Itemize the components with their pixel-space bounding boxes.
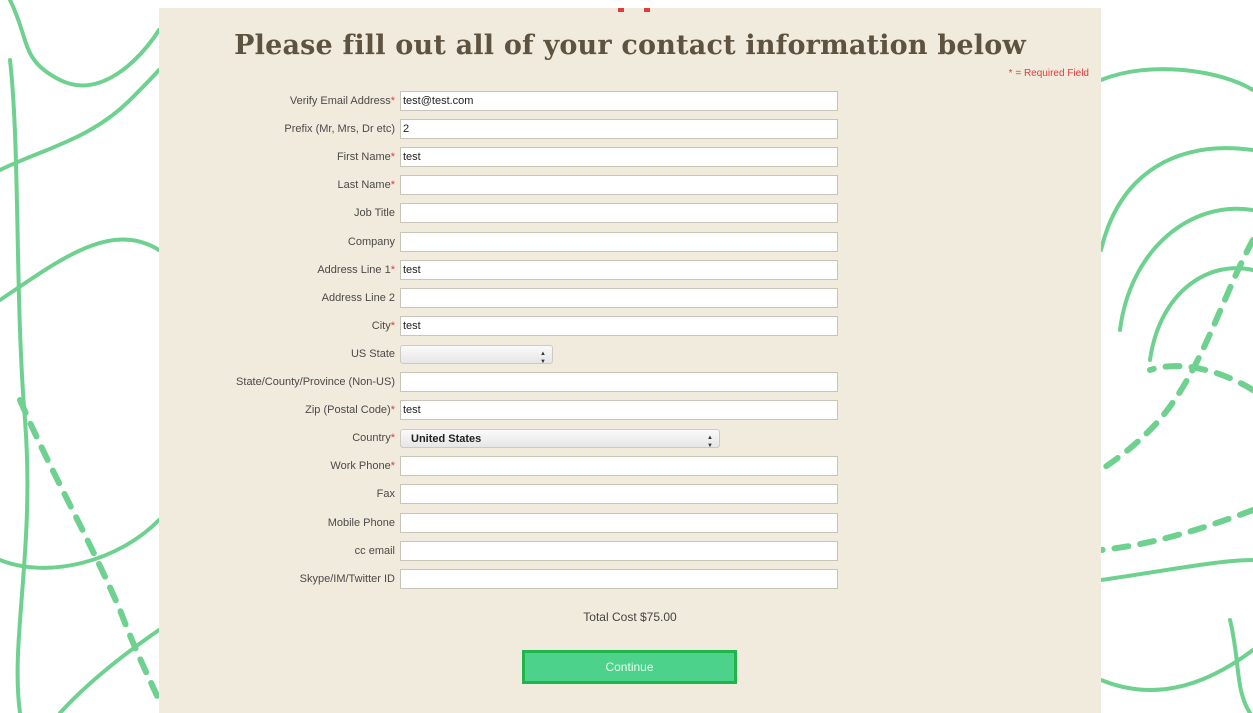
required-asterisk: *: [390, 264, 395, 276]
field-label: US State: [351, 348, 395, 360]
field-label-text: First Name: [336, 151, 391, 163]
field-label: Job Title: [354, 207, 395, 219]
field-label: cc email: [355, 545, 395, 557]
field-label-text: Job Title: [354, 207, 395, 219]
field-label-text: Fax: [376, 488, 395, 500]
form-row-verify-email-address: Verify Email Address*: [159, 91, 1101, 113]
zip-postal-code-input[interactable]: [400, 400, 838, 420]
required-asterisk: *: [390, 460, 395, 472]
mobile-phone-input[interactable]: [400, 513, 838, 533]
field-label: Prefix (Mr, Mrs, Dr etc): [284, 123, 395, 135]
form-row-state-county-province-non-us: State/County/Province (Non-US): [159, 372, 1101, 394]
field-label: Address Line 1*: [317, 264, 395, 276]
required-asterisk: *: [390, 404, 395, 416]
first-name-input[interactable]: [400, 147, 838, 167]
form-row-job-title: Job Title: [159, 203, 1101, 225]
form-row-us-state: US State ▲ ▼: [159, 344, 1101, 366]
fax-input[interactable]: [400, 484, 838, 504]
form-row-last-name: Last Name*: [159, 175, 1101, 197]
field-label: Last Name*: [338, 179, 395, 191]
field-label: Country*: [352, 432, 395, 444]
form-row-address-line-1: Address Line 1*: [159, 260, 1101, 282]
form-row-address-line-2: Address Line 2: [159, 288, 1101, 310]
cc-email-input[interactable]: [400, 541, 838, 561]
field-label-text: Last Name: [337, 179, 391, 191]
address-line-1-input[interactable]: [400, 260, 838, 280]
field-label-text: Country: [352, 432, 391, 444]
field-label: Address Line 2: [322, 292, 395, 304]
field-label-text: Verify Email Address: [289, 95, 391, 107]
field-label: First Name*: [337, 151, 395, 163]
form-row-mobile-phone: Mobile Phone: [159, 513, 1101, 535]
form-row-company: Company: [159, 232, 1101, 254]
form-row-prefix-mr-mrs-dr-etc: Prefix (Mr, Mrs, Dr etc): [159, 119, 1101, 141]
required-asterisk: *: [390, 320, 395, 332]
verify-email-address-input[interactable]: [400, 91, 838, 111]
required-asterisk: *: [390, 95, 395, 107]
field-label-text: Address Line 2: [321, 292, 395, 304]
form-row-first-name: First Name*: [159, 147, 1101, 169]
field-label: Skype/IM/Twitter ID: [300, 573, 395, 585]
field-label-text: State/County/Province (Non-US): [236, 376, 395, 388]
total-cost: Total Cost $75.00: [583, 610, 677, 624]
select-arrows-icon: ▲ ▼: [540, 351, 546, 365]
form-row-skype-im-twitter-id: Skype/IM/Twitter ID: [159, 569, 1101, 591]
field-label-text: Company: [347, 236, 395, 248]
city-input[interactable]: [400, 316, 838, 336]
job-title-input[interactable]: [400, 203, 838, 223]
field-label-text: cc email: [354, 545, 395, 557]
field-label: Fax: [377, 488, 395, 500]
form-row-zip-postal-code: Zip (Postal Code)*: [159, 400, 1101, 422]
required-field-note: * = Required Field: [1008, 68, 1089, 79]
company-input[interactable]: [400, 232, 838, 252]
field-label: Company: [348, 236, 395, 248]
field-label-text: City: [371, 320, 391, 332]
skype-im-twitter-id-input[interactable]: [400, 569, 838, 589]
field-label: Zip (Postal Code)*: [305, 404, 395, 416]
top-decoration: [614, 8, 654, 14]
continue-button[interactable]: Continue: [522, 650, 737, 684]
field-label-text: Address Line 1: [317, 264, 391, 276]
select-arrows-icon: ▲ ▼: [707, 435, 713, 449]
prefix-mr-mrs-dr-etc-input[interactable]: [400, 119, 838, 139]
form-row-country: Country* United States ▲ ▼: [159, 428, 1101, 450]
form-row-city: City*: [159, 316, 1101, 338]
field-label: Verify Email Address*: [290, 95, 395, 107]
form-row-cc-email: cc email: [159, 541, 1101, 563]
field-label: City*: [372, 320, 395, 332]
field-label-text: Mobile Phone: [327, 517, 395, 529]
required-asterisk: *: [390, 179, 395, 191]
state-county-province-non-us-input[interactable]: [400, 372, 838, 392]
field-label: State/County/Province (Non-US): [236, 376, 395, 388]
select-value: United States: [411, 433, 482, 445]
field-label-text: Skype/IM/Twitter ID: [299, 573, 395, 585]
work-phone-input[interactable]: [400, 456, 838, 476]
field-label-text: Prefix (Mr, Mrs, Dr etc): [284, 123, 395, 135]
field-label-text: Work Phone: [330, 460, 391, 472]
country-select[interactable]: United States ▲ ▼: [400, 429, 720, 449]
field-label: Mobile Phone: [328, 517, 395, 529]
address-line-2-input[interactable]: [400, 288, 838, 308]
field-label-text: Zip (Postal Code): [305, 404, 391, 416]
last-name-input[interactable]: [400, 175, 838, 195]
field-label: Work Phone*: [330, 460, 395, 472]
page-title: Please fill out all of your contact info…: [234, 30, 1026, 61]
required-asterisk: *: [390, 432, 395, 444]
field-label-text: US State: [350, 348, 395, 360]
us-state-select[interactable]: ▲ ▼: [400, 345, 553, 365]
form-row-work-phone: Work Phone*: [159, 456, 1101, 478]
form-panel: Please fill out all of your contact info…: [159, 8, 1101, 713]
form-row-fax: Fax: [159, 484, 1101, 506]
required-asterisk: *: [390, 151, 395, 163]
